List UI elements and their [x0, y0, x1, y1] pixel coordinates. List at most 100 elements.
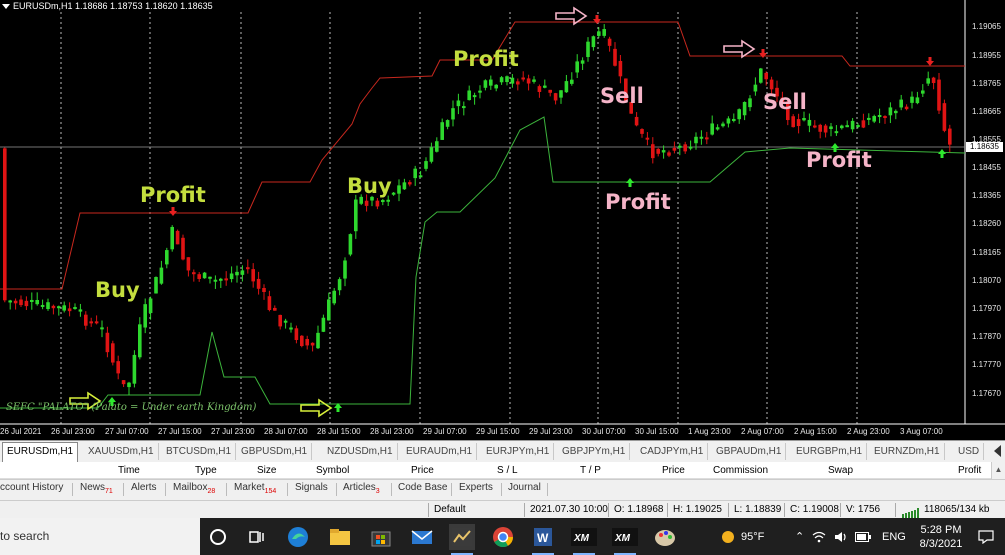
time-tick-label: 3 Aug 07:00 — [900, 427, 943, 436]
candle-body — [467, 90, 471, 101]
tab-articles[interactable]: Articles3 — [343, 482, 380, 495]
taskbar-clock[interactable]: 5:28 PM 8/3/2021 — [912, 518, 970, 555]
column-header[interactable]: S / L — [497, 465, 518, 476]
tab-journal[interactable]: Journal — [508, 482, 541, 493]
candle-body — [537, 86, 542, 92]
tab-code-base[interactable]: Code Base — [398, 482, 447, 493]
task-view-icon[interactable] — [243, 524, 269, 550]
candle-body — [656, 148, 660, 154]
column-header[interactable]: Commission — [713, 465, 768, 476]
mail-icon[interactable] — [409, 524, 435, 550]
chart-tab[interactable]: EURNZDm,H1 — [870, 443, 945, 460]
time-tick-label: 30 Jul 07:00 — [582, 427, 626, 436]
candle-body — [348, 234, 353, 255]
entry-arrow-icon — [300, 398, 333, 418]
tab-scroll-arrows-icon[interactable] — [991, 444, 1003, 459]
file-explorer-icon[interactable] — [327, 524, 353, 550]
candle-body — [321, 317, 326, 332]
metatrader-icon[interactable] — [449, 524, 475, 555]
column-header[interactable]: T / P — [580, 465, 601, 476]
svg-text:XM: XM — [614, 533, 631, 544]
show-hidden-icons-icon[interactable]: ⌃ — [795, 518, 804, 555]
tab-news[interactable]: News71 — [80, 482, 113, 495]
candle-body — [251, 269, 255, 282]
divider — [226, 483, 227, 496]
chart-tab[interactable]: EURAUDm,H1 — [402, 443, 478, 460]
cortana-icon[interactable] — [205, 524, 231, 550]
taskbar-search-box[interactable]: to search — [0, 518, 200, 555]
speaker-icon[interactable] — [834, 518, 848, 555]
sell-exit-arrow-icon — [626, 178, 634, 187]
status-traffic: 118065/134 kb — [924, 504, 990, 515]
tab-account-history[interactable]: ccount History — [0, 482, 63, 493]
price-tick-label: 1.17770 — [972, 360, 1001, 369]
tab-alerts[interactable]: Alerts — [131, 482, 157, 493]
word-icon[interactable]: W — [530, 524, 556, 555]
candle-body — [494, 84, 498, 89]
candle-body — [364, 200, 369, 206]
sun-icon — [722, 530, 734, 543]
time-tick-label: 26 Jul 2021 — [0, 427, 42, 436]
annotation-profit-2: Profit — [453, 47, 519, 71]
candle-body — [764, 72, 768, 80]
chart-tab[interactable]: USD — [954, 443, 985, 460]
chart-tab[interactable]: EURUSDm,H1 — [2, 442, 79, 462]
candle-body — [294, 328, 299, 340]
chart-tab[interactable]: EURGBPm,H1 — [792, 443, 868, 460]
candle-body — [543, 85, 547, 88]
column-header[interactable]: Swap — [828, 465, 853, 476]
candle-body — [305, 339, 309, 346]
wifi-icon[interactable] — [812, 518, 826, 555]
annotation-sell-2: Sell — [763, 90, 807, 114]
candle-body — [67, 308, 72, 312]
xm-app-icon-2[interactable]: XM — [612, 524, 638, 555]
column-header[interactable]: Price — [411, 465, 434, 476]
weather-widget[interactable]: 95°F — [720, 518, 764, 555]
store-icon[interactable] — [368, 524, 394, 550]
candle-body — [57, 306, 61, 309]
status-datetime: 2021.07.30 10:00 — [530, 504, 608, 515]
candle-body — [732, 118, 736, 121]
column-header[interactable]: Profit — [958, 465, 981, 476]
chart-tab[interactable]: XAUUSDm,H1 — [84, 443, 159, 460]
xm-app-icon-1[interactable]: XM — [571, 524, 597, 555]
clock-time: 5:28 PM — [920, 523, 962, 536]
price-chart[interactable]: EURUSDm,H1 1.18686 1.18753 1.18620 1.186… — [0, 0, 1005, 440]
chart-tab[interactable]: GBPJPYm,H1 — [558, 443, 631, 460]
candle-body — [456, 100, 461, 107]
status-profile[interactable]: Default — [434, 504, 466, 515]
candle-body — [553, 93, 558, 101]
chart-tab[interactable]: GBPAUDm,H1 — [712, 443, 787, 460]
candle-body — [505, 76, 509, 83]
column-header[interactable]: Size — [257, 465, 276, 476]
chart-tab[interactable]: GBPUSDm,H1 — [237, 443, 313, 460]
candle-body — [127, 382, 131, 388]
column-header[interactable]: Type — [195, 465, 217, 476]
candle-body — [154, 277, 158, 294]
chrome-icon[interactable] — [490, 524, 516, 550]
chart-tab[interactable]: EURJPYm,H1 — [482, 443, 555, 460]
battery-icon[interactable] — [855, 518, 871, 555]
chart-tab[interactable]: NZDUSDm,H1 — [323, 443, 398, 460]
dropdown-triangle-icon[interactable] — [2, 3, 10, 9]
candle-body — [175, 230, 180, 245]
scroll-up-button[interactable]: ▲ — [991, 462, 1005, 479]
tab-market[interactable]: Market154 — [234, 482, 276, 495]
candle-body — [165, 250, 169, 265]
chart-tab[interactable]: CADJPYm,H1 — [636, 443, 709, 460]
column-header[interactable]: Price — [662, 465, 685, 476]
tab-mailbox[interactable]: Mailbox28 — [173, 482, 215, 495]
paint-icon[interactable] — [652, 524, 678, 550]
candle-body — [872, 116, 876, 122]
tab-experts[interactable]: Experts — [459, 482, 493, 493]
language-indicator[interactable]: ENG — [882, 518, 906, 555]
column-header[interactable]: Symbol — [316, 465, 349, 476]
edge-browser-icon[interactable] — [285, 524, 311, 550]
notification-center-icon[interactable] — [978, 518, 994, 555]
column-header[interactable]: Time — [118, 465, 140, 476]
status-bar: Default 2021.07.30 10:00 O: 1.18968 H: 1… — [0, 500, 1005, 518]
candle-body — [283, 320, 288, 323]
candle-body — [94, 321, 99, 324]
chart-tab[interactable]: BTCUSDm,H1 — [162, 443, 237, 460]
tab-signals[interactable]: Signals — [295, 482, 328, 493]
